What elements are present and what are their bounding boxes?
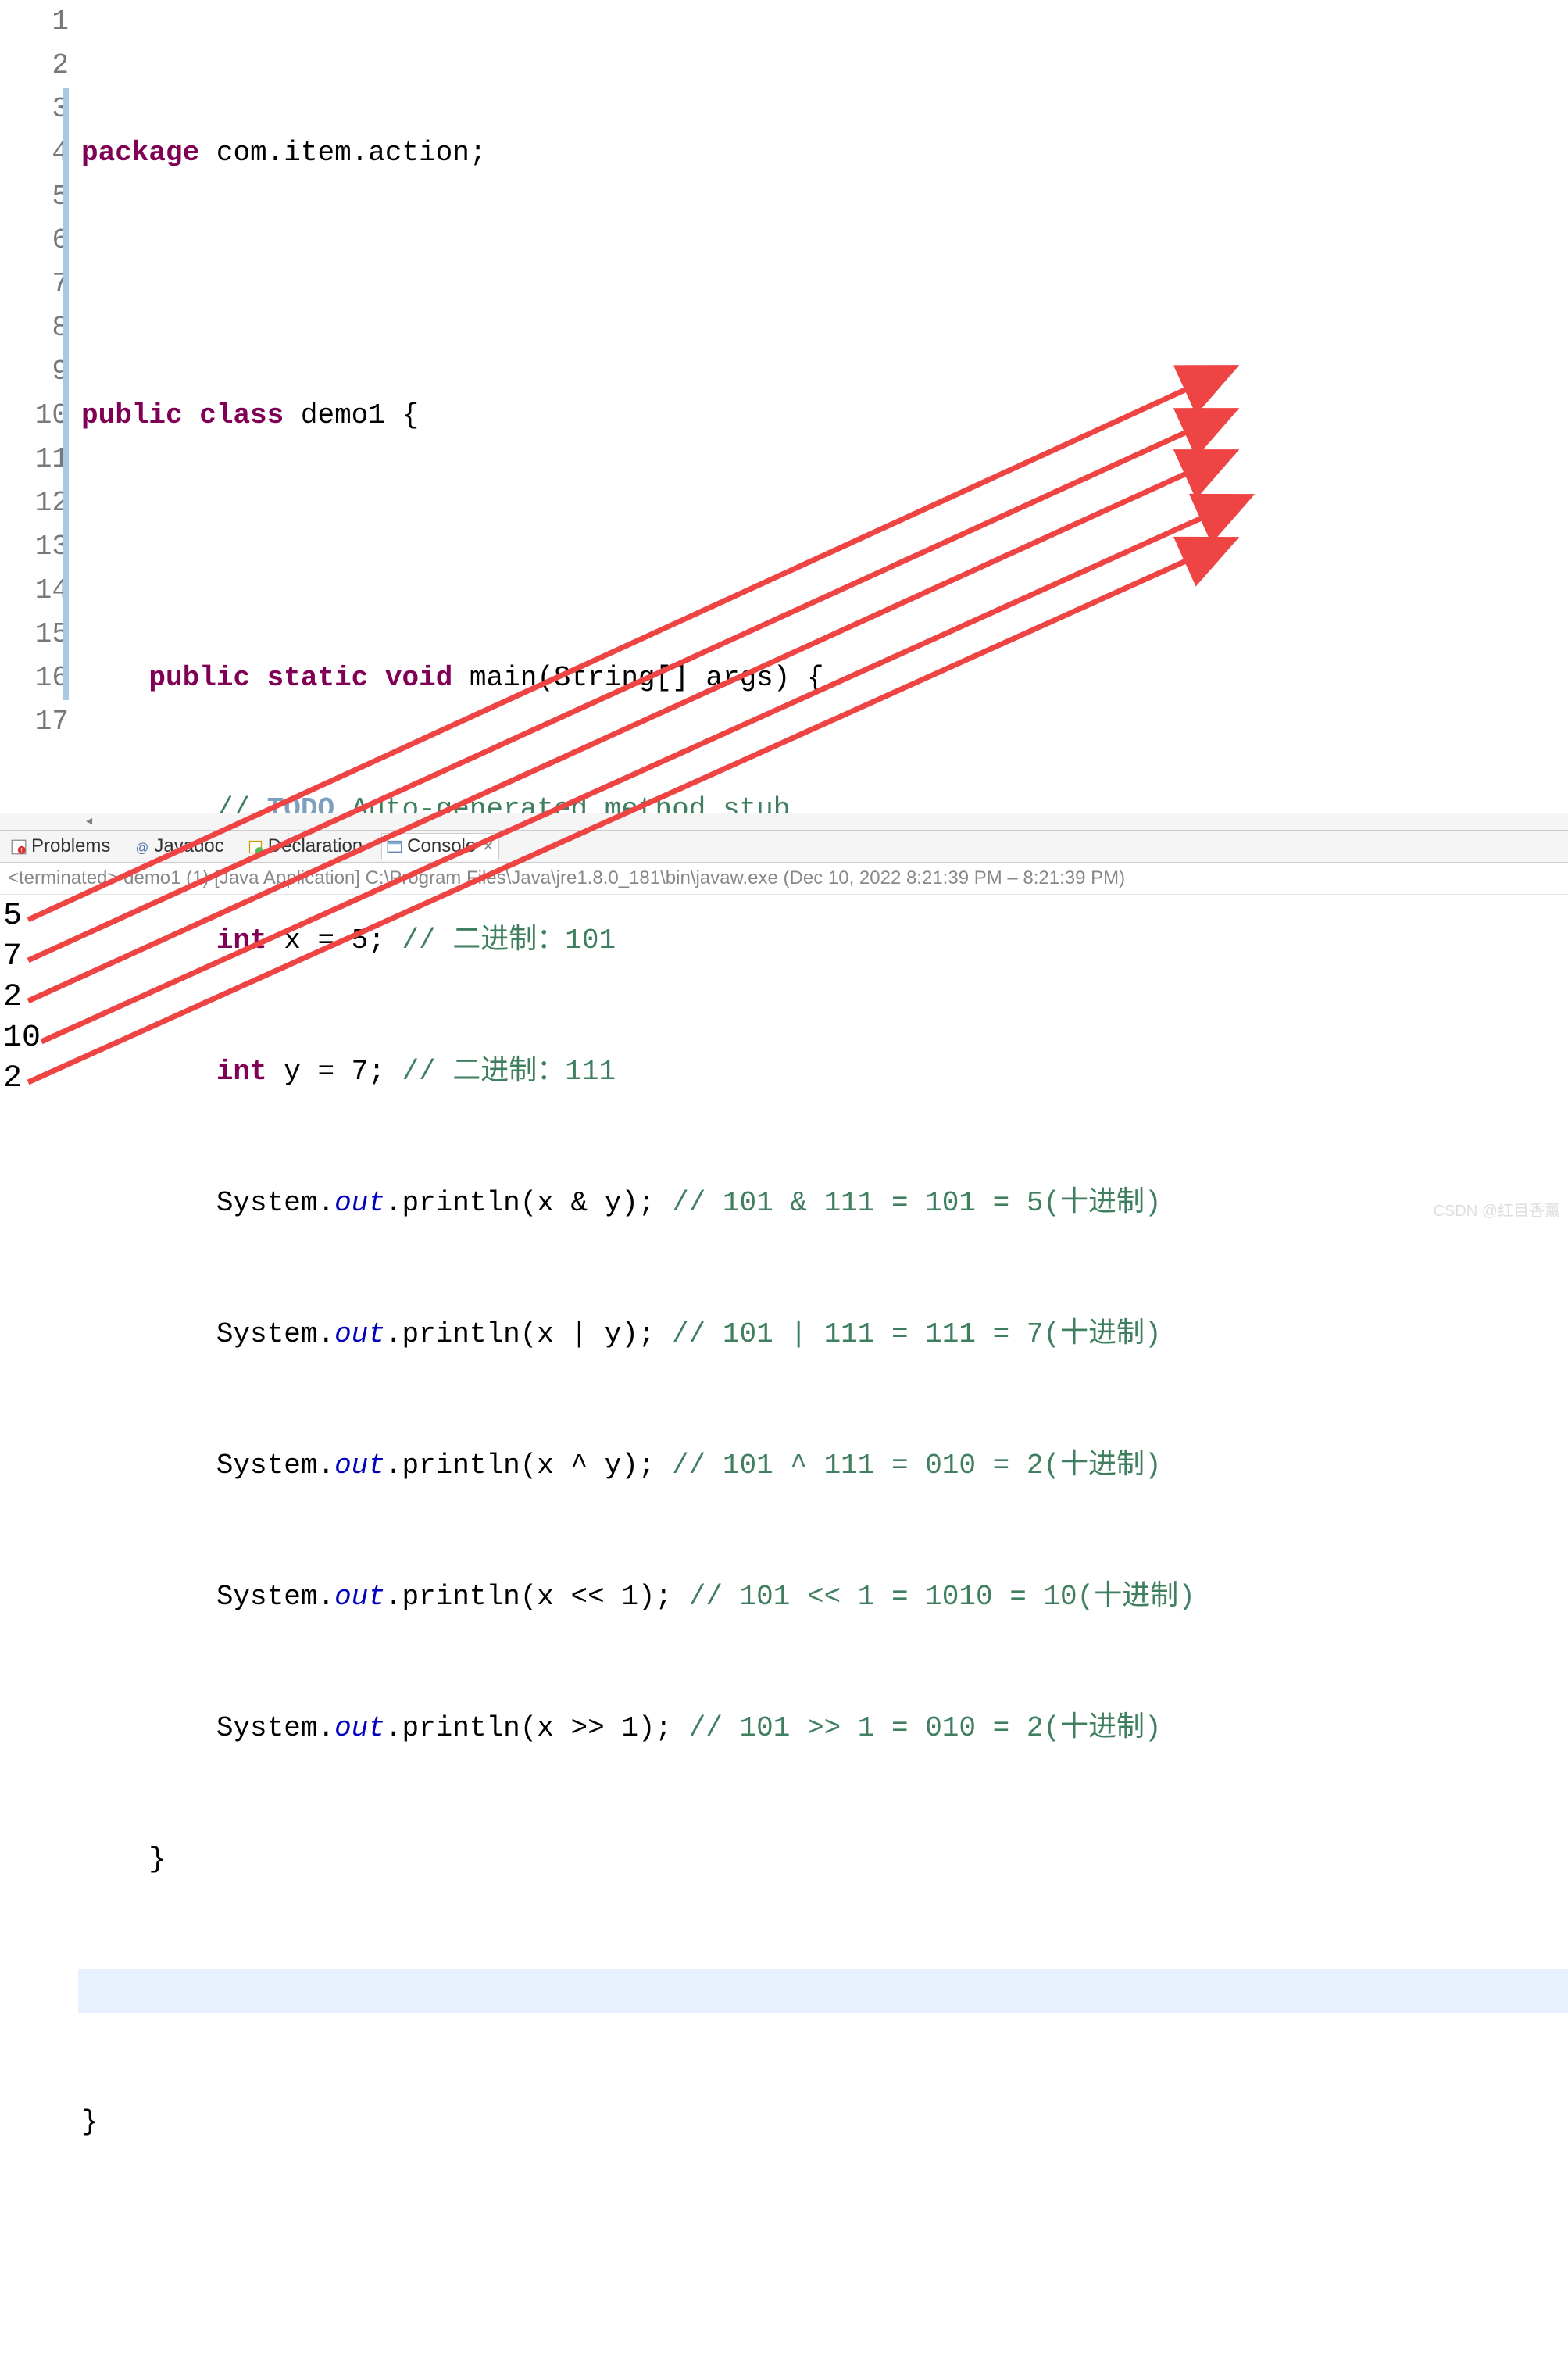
- code-content[interactable]: package com.item.action; public class de…: [78, 0, 1568, 813]
- code-editor[interactable]: 1 2 3 4 5 6 7 8 9 10 11 12 13 14 15 16 1…: [0, 0, 1568, 813]
- change-indicator: [63, 88, 69, 700]
- scroll-left-icon[interactable]: ◄: [86, 816, 92, 828]
- svg-text:!: !: [21, 847, 23, 855]
- problems-icon: !: [11, 838, 27, 854]
- current-line-highlight: [78, 1969, 1568, 2013]
- horizontal-scrollbar[interactable]: ◄: [0, 813, 1568, 830]
- watermark: CSDN @红目香薰: [1433, 1198, 1560, 1221]
